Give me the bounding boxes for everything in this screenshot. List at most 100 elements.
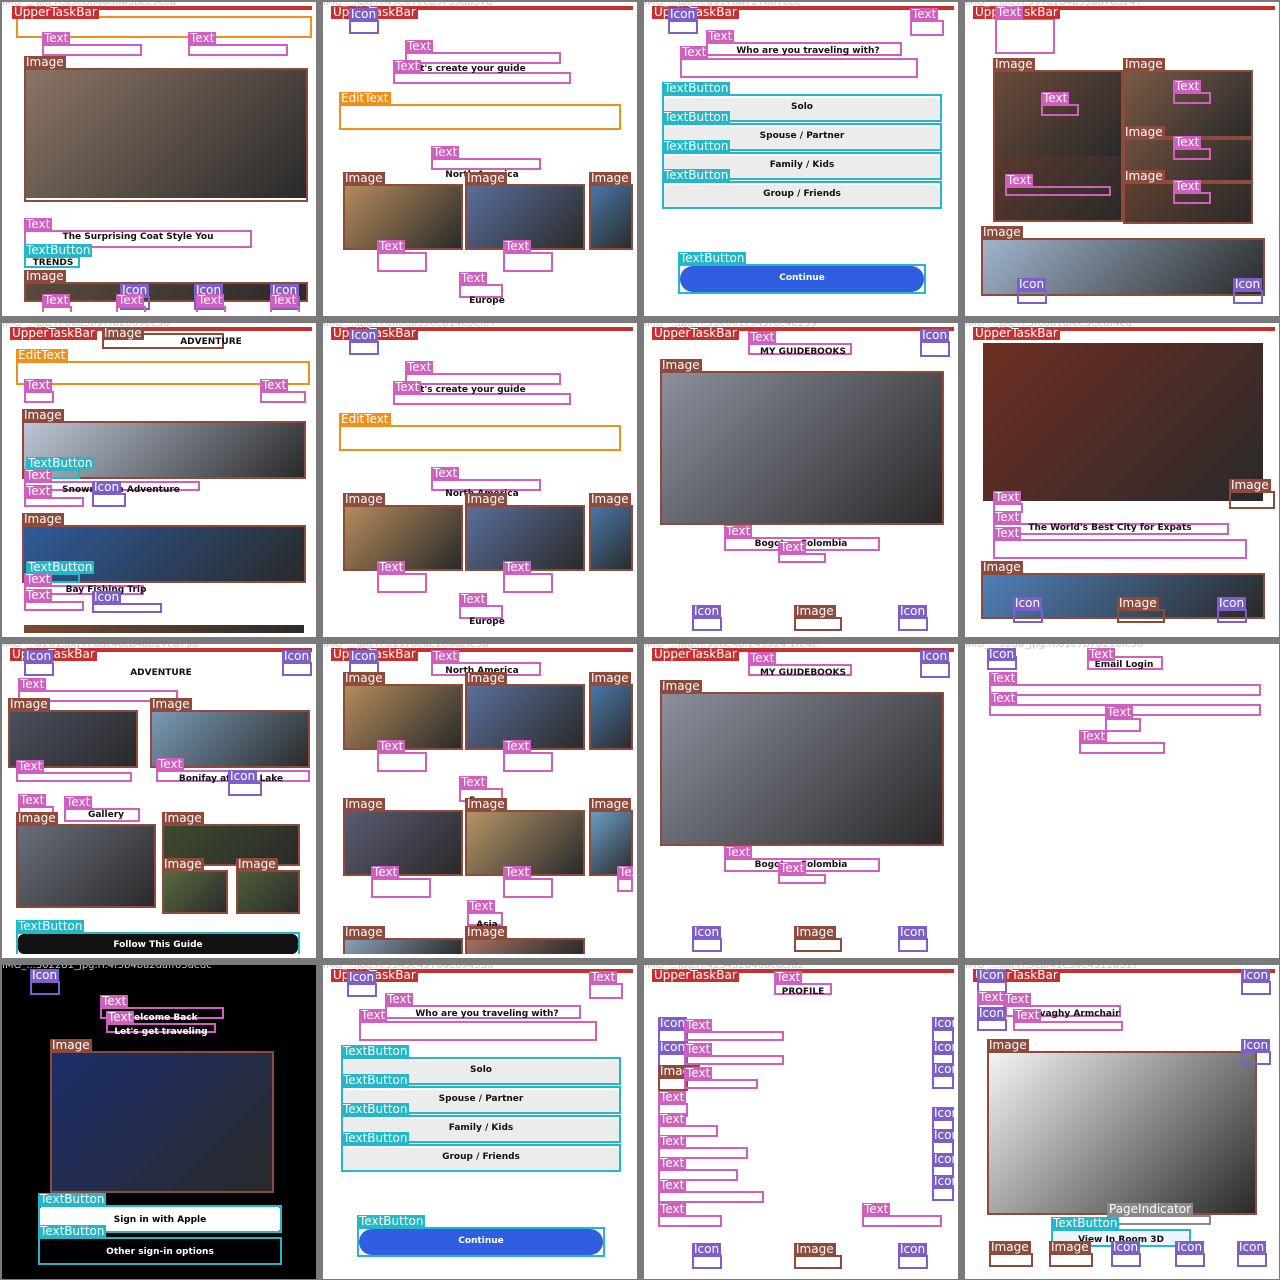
tile-filename: IMG_...9288_jpg.rf.81e7b78216fc36 [965,644,1144,650]
screenshot-tile: The Surprising Coat Style YouTRENDSEditT… [2,2,316,316]
annotation-box-text [405,52,561,64]
annotation-tag: Text [503,239,532,253]
annotation-tag: Image [589,492,631,506]
annotation-tag: Image [589,797,631,811]
annotation-box-icon [347,983,377,997]
annotation-tag: Text [377,560,406,574]
annotation-box-icon [30,981,60,995]
annotation-tag: Image [343,492,385,506]
screen-canvas: The Surprising Coat Style YouTRENDSEditT… [6,6,312,312]
annotation-box-image [236,870,300,914]
screen-text: TRENDS [32,258,74,268]
screenshot-tile: MY GUIDEBOOKSBogota , ColombiaUpperTaskB… [644,323,958,637]
annotation-tag: EditText [339,412,391,426]
annotation-box-text [1173,192,1211,204]
annotation-tag: TextButton [341,1102,410,1116]
annotation-tag: Image [343,925,385,939]
annotation-tag: TextButton [357,1214,426,1228]
annotation-tag: Icon [1241,1038,1271,1052]
annotation-tag: Text [260,378,289,392]
annotation-tag: Text [993,510,1022,524]
annotation-tag: Text [431,145,460,159]
annotation-tag: Icon [932,1063,954,1076]
annotation-tag: Text [1003,992,1032,1006]
annotation-tag: Text [658,1134,687,1148]
annotation-tag: Icon [898,604,928,618]
annotation-tag: Text [684,1042,713,1056]
annotation-box-text [1105,718,1141,732]
annotation-box-text [24,391,54,403]
annotation-box-image [794,1255,842,1269]
screenshot-tile: Who are you traveling with? Solo Spouse / … [323,965,637,1279]
annotation-box-text [684,1079,758,1089]
annotation-tag: Image [150,697,192,711]
annotation-box-text [16,772,132,782]
annotation-tag: Image [993,57,1035,71]
annotation-tag: Icon [1175,1240,1205,1254]
annotation-tag: Image [1123,125,1165,139]
annotation-tag: Text [24,588,53,602]
annotation-tag: TextButton [38,1224,107,1238]
photo-placeholder [24,625,304,633]
annotation-tag: Icon [898,925,928,939]
annotation-box-image [1117,609,1165,623]
annotation-tag: Image [22,512,64,526]
annotation-box-image [1229,491,1275,509]
annotation-box-icon [920,662,950,678]
screen-text: Other sign-in options [106,1247,214,1257]
screen-text: Group / Friends [442,1152,520,1162]
annotation-tag: Image [343,171,385,185]
screen-text: Continue [779,273,825,283]
annotation-box-text [1173,148,1211,160]
annotation-box-image [794,617,842,631]
annotation-tag: TextButton [24,243,93,257]
annotation-box-icon [1111,1253,1141,1267]
annotation-tag: Text [431,649,460,663]
screen-canvas: North AmericaEuropeAsiaUpperTaskBarIconT… [327,648,633,954]
annotation-box-icon [692,617,722,631]
annotation-box-text [1005,186,1111,196]
annotation-tag: TextButton [341,1131,410,1145]
annotation-tag: Image [1117,596,1159,610]
annotation-tag: Icon [932,1129,954,1142]
tile-filename: IMG_...jpg.rf.a5e88d06603bec9eca [2,2,177,8]
annotation-tag: Text [359,1008,388,1022]
annotation-tag: Icon [658,1016,688,1030]
annotation-tag: Text [1173,179,1202,193]
annotation-tag: Text [658,1202,687,1216]
annotation-tag: Text [1005,173,1034,187]
annotation-tag: Image [343,797,385,811]
screen-text: Gallery [87,810,125,820]
annotation-tag: Text [658,1156,687,1170]
annotation-tag: Icon [347,970,377,984]
annotation-box-image [589,184,633,250]
screen-canvas: PROFILEUpperTaskBarTextIconTextIconIconT… [648,969,954,1275]
annotation-tag: Text [24,572,53,586]
annotation-tag: Text [778,540,807,554]
annotation-box-icon [1017,290,1047,304]
annotation-box-text [377,252,427,272]
annotation-tag: Text [989,671,1018,685]
annotation-box-text [188,44,288,56]
screen-canvas: Let's create your guideNorth AmericaEuro… [327,6,633,312]
annotation-tag: Image [24,269,66,283]
screen-canvas: ADVENTURESnowmobile AdventureBay Fishing… [6,327,312,633]
screenshot-tile: North AmericaEuropeAsiaUpperTaskBarIconT… [323,644,637,958]
annotation-tag: Icon [92,590,122,604]
annotation-tag: Text [617,866,633,879]
screenshot-tile: ADVENTURESnowmobile AdventureBay Fishing… [2,323,316,637]
annotation-box-text [862,1215,942,1227]
annotation-tag: Image [794,925,836,939]
annotation-box-icon [898,938,928,952]
tile-filename: IMG_...jpg.rf.6917d8727667cee [644,2,801,8]
annotation-box-text [778,874,826,884]
annotation-tag: Image [465,925,507,939]
annotation-tag: Icon [898,1242,928,1256]
annotation-box-text [1013,1021,1123,1031]
annotation-tag: Icon [24,649,54,663]
annotation-tag: Icon [932,1041,954,1054]
tile-filename: IMG_...jpg.rf.0063b97f02065ee56 [2,323,170,329]
annotation-tag: Image [1123,57,1165,71]
annotation-box-text [1079,742,1165,754]
annotation-box-text [24,497,84,507]
